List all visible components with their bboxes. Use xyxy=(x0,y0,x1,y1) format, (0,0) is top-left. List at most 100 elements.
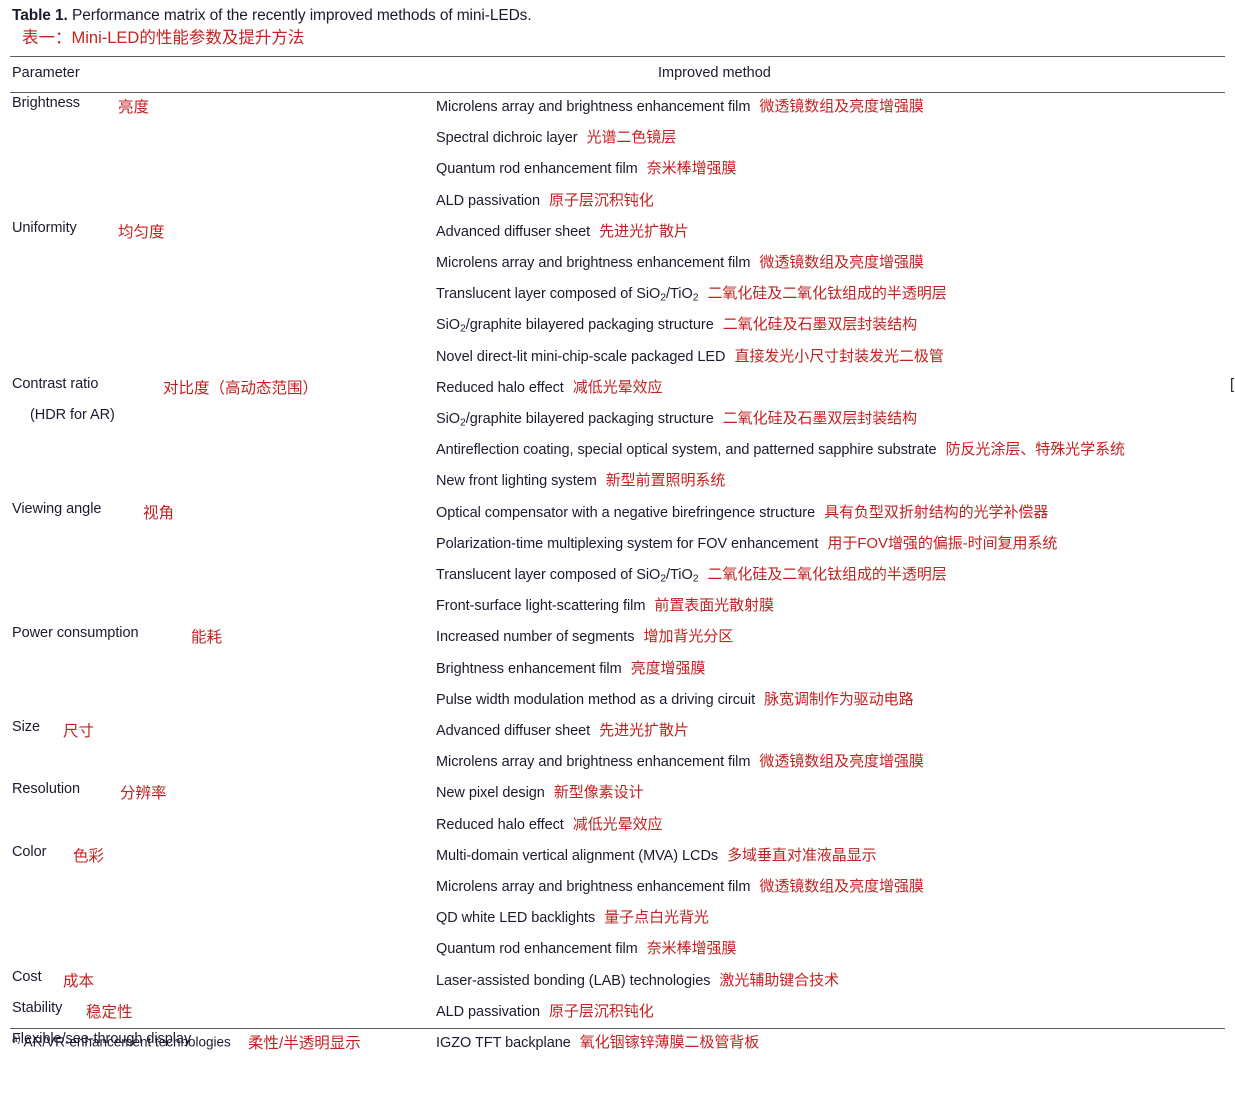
method-cell: Microlens array and brightness enhanceme… xyxy=(436,750,924,771)
table-row: Pulse width modulation method as a drivi… xyxy=(8,688,1227,719)
table-row: Spectral dichroic layer 光谱二色镜层 xyxy=(8,126,1227,157)
method-cell: SiO2/graphite bilayered packaging struct… xyxy=(436,407,917,428)
method-text-en: Translucent layer composed of SiO2/TiO2 xyxy=(436,567,699,585)
table-row: Resolution 分辨率 New pixel design 新型像素设计 xyxy=(8,781,1227,812)
table-row: Uniformity 均匀度 Advanced diffuser sheet 先进光扩… xyxy=(8,220,1227,251)
method-cell: Microlens array and brightness enhanceme… xyxy=(436,875,924,896)
table-row: Microlens array and brightness enhanceme… xyxy=(8,875,1227,906)
method-text-en: Translucent layer composed of SiO2/TiO2 xyxy=(436,286,699,304)
caption-label: Table 1. xyxy=(12,7,68,24)
method-text-cn: 减低光晕效应 xyxy=(572,815,663,833)
method-text-cn: 增加背光分区 xyxy=(643,628,734,646)
parameter-cell-chinese: 对比度（高动态范围） xyxy=(163,379,319,397)
method-cell: Polarization-time multiplexing system fo… xyxy=(436,532,1057,553)
table-row: (HDR for AR) SiO2/graphite bilayered pack… xyxy=(8,407,1227,438)
method-text-cn: 奈米棒增强膜 xyxy=(646,160,737,178)
method-text-en: Polarization-time multiplexing system fo… xyxy=(436,535,819,552)
method-text-cn: 新型像素设计 xyxy=(553,784,644,802)
method-text-cn: 亮度增强膜 xyxy=(630,659,706,677)
method-cell: ALD passivation 原子层沉积钝化 xyxy=(436,1000,654,1021)
table-row: Translucent layer composed of SiO2/TiO2 二… xyxy=(8,282,1227,313)
method-cell: IGZO TFT backplane 氧化铟镓锌薄膜二极管背板 xyxy=(436,1031,759,1052)
method-text-cn: 激光辅助键合技术 xyxy=(719,971,840,989)
parameter-cell: Brightness xyxy=(12,95,81,111)
table-row: Stability 稳定性 ALD passivation 原子层沉积钝化 xyxy=(8,1000,1227,1031)
parameter-cell-chinese: 稳定性 xyxy=(86,1003,133,1021)
table-row: Flexible/see-through display 柔性/半透明显示 IGZO… xyxy=(8,1031,1227,1062)
table-row: Front-surface light-scattering film 前置表面光… xyxy=(8,594,1227,625)
method-cell: SiO2/graphite bilayered packaging struct… xyxy=(436,313,917,334)
method-text-en: New pixel design xyxy=(436,785,545,802)
method-text-en: Microlens array and brightness enhanceme… xyxy=(436,255,751,271)
table-row: Microlens array and brightness enhanceme… xyxy=(8,251,1227,282)
method-text-en: ALD passivation xyxy=(436,192,541,209)
method-text-en: Brightness enhancement film xyxy=(436,660,622,677)
method-cell: Quantum rod enhancement film 奈米棒增强膜 xyxy=(436,937,736,958)
method-cell: Reduced halo effect 减低光晕效应 xyxy=(436,813,663,834)
table-row: New front lighting system 新型前置照明系统 xyxy=(8,469,1227,500)
method-cell: Increased number of segments 增加背光分区 xyxy=(436,625,733,646)
method-text-en: IGZO TFT backplane xyxy=(436,1035,571,1051)
parameter-cell-chinese: 亮度 xyxy=(118,99,150,116)
method-text-en: Microlens array and brightness enhanceme… xyxy=(436,754,751,771)
table-row: Viewing angle 视角 Optical compensator with … xyxy=(8,501,1227,532)
column-header-method: Improved method xyxy=(658,65,771,81)
parameter-cell: Flexible/see-through display xyxy=(12,1031,192,1047)
method-text-cn: 氧化铟镓锌薄膜二极管背板 xyxy=(579,1034,760,1051)
method-text-cn: 二氧化硅及二氧化钛组成的半透明层 xyxy=(707,566,947,583)
method-text-cn: 先进光扩散片 xyxy=(599,722,689,739)
method-text-en: Quantum rod enhancement film xyxy=(436,941,638,958)
table-row: Quantum rod enhancement film 奈米棒增强膜 xyxy=(8,937,1227,968)
method-text-cn: 奈米棒增强膜 xyxy=(646,940,737,958)
table-row: ALD passivation 原子层沉积钝化 xyxy=(8,189,1227,220)
method-cell: Quantum rod enhancement film 奈米棒增强膜 xyxy=(436,157,736,178)
parameter-cell: Uniformity xyxy=(12,219,77,236)
method-text-en: Advanced diffuser sheet xyxy=(436,223,591,240)
method-text-en: Front-surface light-scattering film xyxy=(436,598,646,615)
method-cell: ALD passivation 原子层沉积钝化 xyxy=(436,189,654,210)
method-cell: Laser-assisted bonding (LAB) technologie… xyxy=(436,969,839,990)
method-cell: Pulse width modulation method as a drivi… xyxy=(436,688,914,709)
method-text-cn: 防反光涂层、特殊光学系统 xyxy=(945,441,1125,459)
method-cell: Front-surface light-scattering film 前置表面光… xyxy=(436,594,774,615)
method-text-en: Pulse width modulation method as a drivi… xyxy=(436,691,756,708)
method-cell: Brightness enhancement film 亮度增强膜 xyxy=(436,657,705,678)
method-text-en: Reduced halo effect xyxy=(436,379,564,396)
method-cell: Reduced halo effect 减低光晕效应 xyxy=(436,376,663,397)
method-text-en: New front lighting system xyxy=(436,473,597,490)
table-row: Quantum rod enhancement film 奈米棒增强膜 xyxy=(8,157,1227,188)
method-text-cn: 用于FOV增强的偏振-时间复用系统 xyxy=(827,534,1058,552)
method-text-cn: 前置表面光散射膜 xyxy=(654,597,774,615)
method-text-cn: 具有负型双折射结构的光学补偿器 xyxy=(824,503,1049,521)
method-text-cn: 微透镜数组及亮度增强膜 xyxy=(759,98,924,115)
column-header-parameter: Parameter xyxy=(12,65,80,81)
parameter-cell: Resolution xyxy=(12,781,81,798)
method-text-cn: 微透镜数组及亮度增强膜 xyxy=(759,878,924,895)
method-cell: Antireflection coating, special optical … xyxy=(436,438,1125,459)
method-text-cn: 新型前置照明系统 xyxy=(605,472,726,490)
method-cell: Optical compensator with a negative bire… xyxy=(436,501,1048,522)
parameter-cell: Size xyxy=(12,719,41,735)
method-cell: Multi-domain vertical alignment (MVA) LC… xyxy=(436,844,877,865)
method-cell: Microlens array and brightness enhanceme… xyxy=(436,251,924,272)
method-text-en: Spectral dichroic layer xyxy=(436,130,578,147)
method-cell: New front lighting system 新型前置照明系统 xyxy=(436,469,725,490)
method-text-en: Quantum rod enhancement film xyxy=(436,161,638,178)
method-cell: Spectral dichroic layer 光谱二色镜层 xyxy=(436,126,676,147)
method-text-en: Microlens array and brightness enhanceme… xyxy=(436,99,751,115)
table-row: Polarization-time multiplexing system fo… xyxy=(8,532,1227,563)
method-text-en: Laser-assisted bonding (LAB) technologie… xyxy=(436,972,711,989)
table-row: Microlens array and brightness enhanceme… xyxy=(8,750,1227,781)
method-text-cn: 先进光扩散片 xyxy=(599,222,689,240)
method-text-en: Reduced halo effect xyxy=(436,816,564,833)
method-cell: QD white LED backlights 量子点白光背光 xyxy=(436,906,709,927)
table-header-row: Parameter Improved method xyxy=(8,57,1227,92)
table-row: Translucent layer composed of SiO2/TiO2 二… xyxy=(8,563,1227,594)
parameter-cell: Stability xyxy=(12,999,63,1016)
method-text-en: QD white LED backlights xyxy=(436,910,596,927)
method-text-en: SiO2/graphite bilayered packaging struct… xyxy=(436,317,714,335)
method-text-cn: 二氧化硅及二氧化钛组成的半透明层 xyxy=(707,285,947,303)
method-text-cn: 微透镜数组及亮度增强膜 xyxy=(759,254,924,271)
parameter-cell: Viewing angle xyxy=(12,500,102,517)
method-text-cn: 光谱二色镜层 xyxy=(586,129,677,147)
